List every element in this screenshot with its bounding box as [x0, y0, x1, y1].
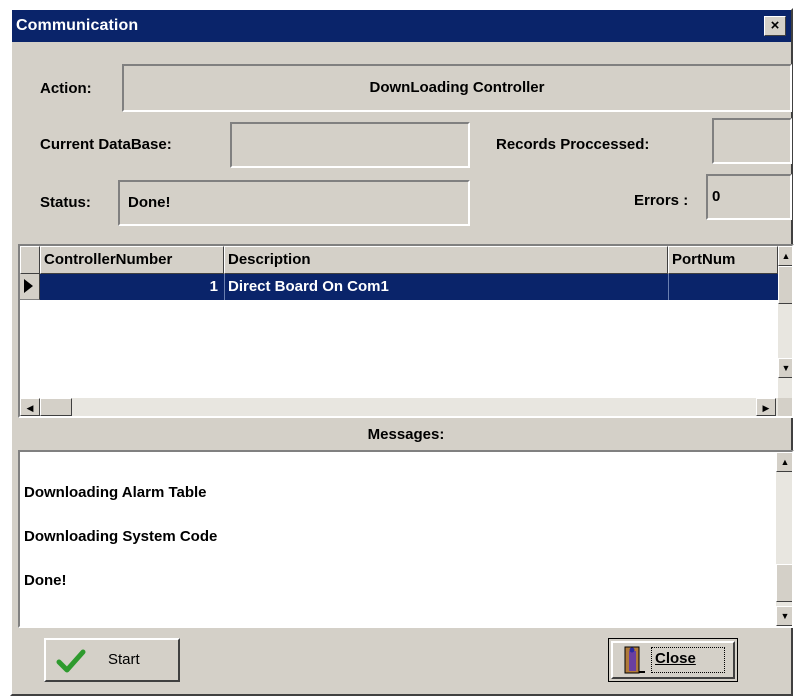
cell-divider [224, 274, 225, 300]
checkmark-icon [56, 649, 86, 673]
messages-vertical-scrollbar[interactable]: ▲ ▼ [776, 452, 792, 626]
window-title: Communication [16, 17, 139, 34]
row-indicator[interactable] [20, 274, 40, 300]
scroll-up-icon[interactable]: ▲ [778, 246, 792, 266]
vertical-scroll-thumb[interactable] [776, 564, 792, 602]
horizontal-scroll-thumb[interactable] [40, 398, 72, 416]
scroll-down-icon[interactable]: ▼ [776, 606, 792, 626]
messages-header: Messages: [367, 426, 445, 443]
records-processed-label: Records Proccessed: [496, 136, 650, 153]
messages-box[interactable]: Downloading Alarm Table Downloading Syst… [18, 450, 794, 628]
cell-description[interactable]: Direct Board On Com1 [228, 274, 664, 300]
column-header-description[interactable]: Description [224, 246, 668, 274]
start-button-label: Start [108, 651, 140, 668]
message-line: Downloading System Code [24, 528, 218, 545]
errors-field: 0 [706, 174, 792, 220]
title-bar[interactable]: Communication × [12, 10, 791, 42]
current-database-label: Current DataBase: [40, 136, 172, 153]
scroll-right-icon[interactable]: ▶ [756, 398, 776, 416]
errors-label: Errors : [634, 192, 689, 209]
grid-vertical-scrollbar[interactable]: ▲ ▼ [778, 246, 792, 398]
door-exit-icon [624, 646, 645, 674]
errors-value: 0 [712, 188, 721, 205]
cell-controller-number[interactable]: 1 [40, 274, 218, 300]
focus-rectangle [651, 647, 725, 673]
vertical-scroll-thumb[interactable] [778, 266, 792, 304]
status-label: Status: [40, 194, 91, 211]
communication-dialog: Communication × Action: DownLoading Cont… [10, 8, 794, 696]
status-value: Done! [128, 194, 171, 211]
current-database-field [230, 122, 470, 168]
close-window-button[interactable]: × [764, 16, 786, 36]
cell-port-num[interactable] [672, 274, 776, 300]
controller-grid[interactable]: ControllerNumber Description PortNum 1 D… [18, 244, 794, 418]
action-value: DownLoading Controller [369, 79, 545, 96]
action-label: Action: [40, 80, 92, 97]
column-header-controller-number[interactable]: ControllerNumber [40, 246, 224, 274]
records-processed-field [712, 118, 792, 164]
scroll-down-icon[interactable]: ▼ [778, 358, 792, 378]
cell-divider [668, 274, 669, 300]
column-header-port-num[interactable]: PortNum [668, 246, 778, 274]
current-row-arrow-icon [24, 279, 33, 293]
grid-corner-header [20, 246, 40, 274]
scroll-up-icon[interactable]: ▲ [776, 452, 792, 472]
grid-horizontal-scrollbar[interactable]: ◀ ▶ [20, 398, 778, 416]
action-field: DownLoading Controller [122, 64, 792, 112]
scrollbar-corner [778, 398, 792, 416]
close-button[interactable]: Close [608, 638, 738, 682]
scroll-left-icon[interactable]: ◀ [20, 398, 40, 416]
message-line: Downloading Alarm Table [24, 484, 207, 501]
status-field: Done! [118, 180, 470, 226]
message-line: Done! [24, 572, 67, 589]
start-button[interactable]: Start [44, 638, 180, 682]
